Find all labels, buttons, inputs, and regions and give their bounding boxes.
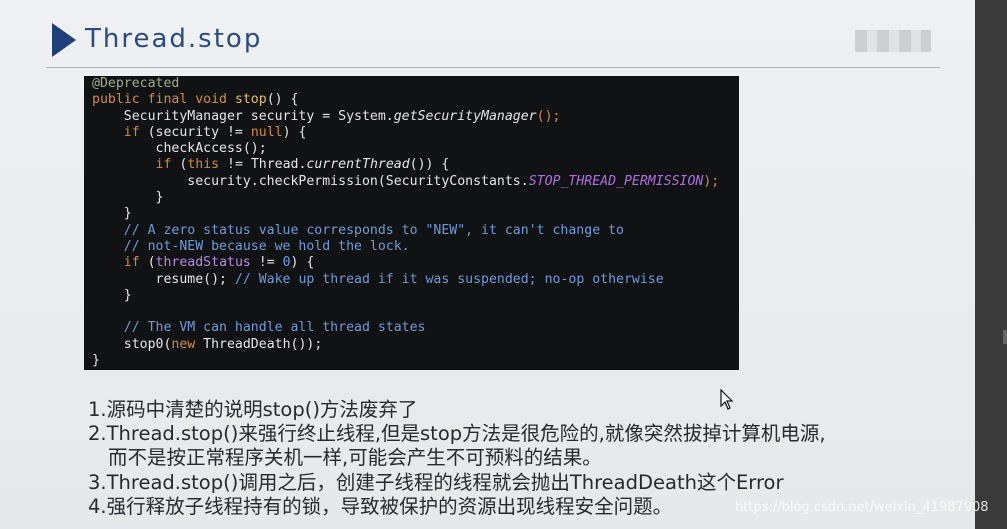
presentation-slide: Thread.stop @Deprecated public final void… [0, 0, 975, 529]
code-token: != Thread. [219, 157, 307, 173]
scroll-handle[interactable] [1003, 330, 1007, 344]
code-token: ) { [290, 255, 315, 271]
code-line: security.checkPermission(SecurityConstan… [92, 174, 739, 190]
bullet-item: 1.源码中清楚的说明stop()方法废弃了 [88, 398, 418, 421]
bullet-item: 3.Thread.stop()调用之后，创建子线程的线程就会抛出ThreadDe… [88, 470, 784, 494]
code-token: } [92, 206, 132, 222]
code-token: ) { [282, 124, 307, 140]
code-block: @Deprecated public final void stop() { Se… [84, 76, 739, 370]
code-token: stop0( [92, 336, 172, 352]
code-token: // The VM can handle all thread states [92, 320, 426, 336]
code-token: // A zero status value corresponds to "N… [92, 222, 624, 238]
code-token: ( [171, 157, 188, 173]
code-token: () { [266, 92, 299, 108]
code-line: // not-NEW because we hold the lock. [92, 239, 739, 255]
code-line: @Deprecated [92, 76, 739, 92]
code-token: ThreadDeath()); [195, 336, 323, 352]
code-token: // not-NEW because we hold the lock. [92, 238, 410, 254]
code-token: resume(); [92, 271, 235, 287]
code-token: ()) { [409, 157, 450, 173]
watermark-text: https://blog.csdn.net/weixin_41987908 [735, 500, 989, 515]
code-token: ); [703, 173, 720, 189]
code-token: != [250, 255, 283, 271]
code-token: // Wake up thread if it was suspended; n… [234, 271, 664, 287]
code-token: (); [536, 108, 561, 124]
code-token: stop [234, 92, 267, 108]
code-token: public final void [92, 92, 235, 108]
code-token: if [123, 124, 140, 140]
code-token: @Deprecated [92, 76, 180, 91]
code-token: ( [139, 255, 156, 271]
code-token: SecurityManager security = System. [92, 108, 394, 124]
code-line: checkAccess(); [92, 141, 739, 157]
code-line: public final void stop() { [92, 92, 739, 108]
code-line: if (security != null) { [92, 125, 739, 141]
code-line: } [92, 190, 739, 206]
code-token: (security != [139, 124, 251, 140]
code-token: threadStatus [155, 255, 251, 271]
code-token: } [92, 353, 100, 369]
code-token: null [250, 124, 283, 140]
code-token: } [92, 287, 132, 303]
code-line: // The VM can handle all thread states [92, 320, 739, 336]
code-token: 0 [282, 255, 291, 271]
blurred-logo [855, 30, 931, 52]
code-line: resume(); // Wake up thread if it was su… [92, 272, 739, 288]
bullet-item: 2.Thread.stop()来强行终止线程,但是stop方法是很危险的,就像突… [88, 422, 826, 446]
code-token: if [123, 255, 140, 271]
code-line: if (threadStatus != 0) { [92, 255, 739, 271]
code-line: stop0(new ThreadDeath()); [92, 337, 739, 353]
code-line: // A zero status value corresponds to "N… [92, 223, 739, 239]
code-token: if [155, 157, 172, 173]
code-line: } [92, 206, 739, 222]
code-token: STOP_THREAD_PERMISSION [528, 173, 704, 189]
triangle-right-icon [52, 23, 76, 57]
code-token: new [171, 336, 196, 352]
code-line: } [92, 353, 739, 369]
bullet-item: 而不是按正常程序关机一样,可能会产生不可预料的结果。 [108, 446, 602, 470]
code-token: checkAccess(); [92, 141, 267, 157]
code-token: currentThread [306, 157, 410, 173]
code-line: } [92, 288, 739, 304]
mouse-pointer-icon [720, 389, 734, 410]
code-line: if (this != Thread.currentThread()) { [92, 157, 739, 173]
title-divider [46, 67, 940, 68]
code-token: getSecurityManager [393, 108, 537, 124]
code-token: this [187, 157, 220, 173]
code-token: security.checkPermission(SecurityConstan… [92, 173, 529, 189]
code-line: SecurityManager security = System.getSec… [92, 109, 739, 125]
code-token: } [92, 190, 164, 206]
slide-title: Thread.stop [85, 24, 263, 54]
window-edge [975, 0, 1007, 529]
